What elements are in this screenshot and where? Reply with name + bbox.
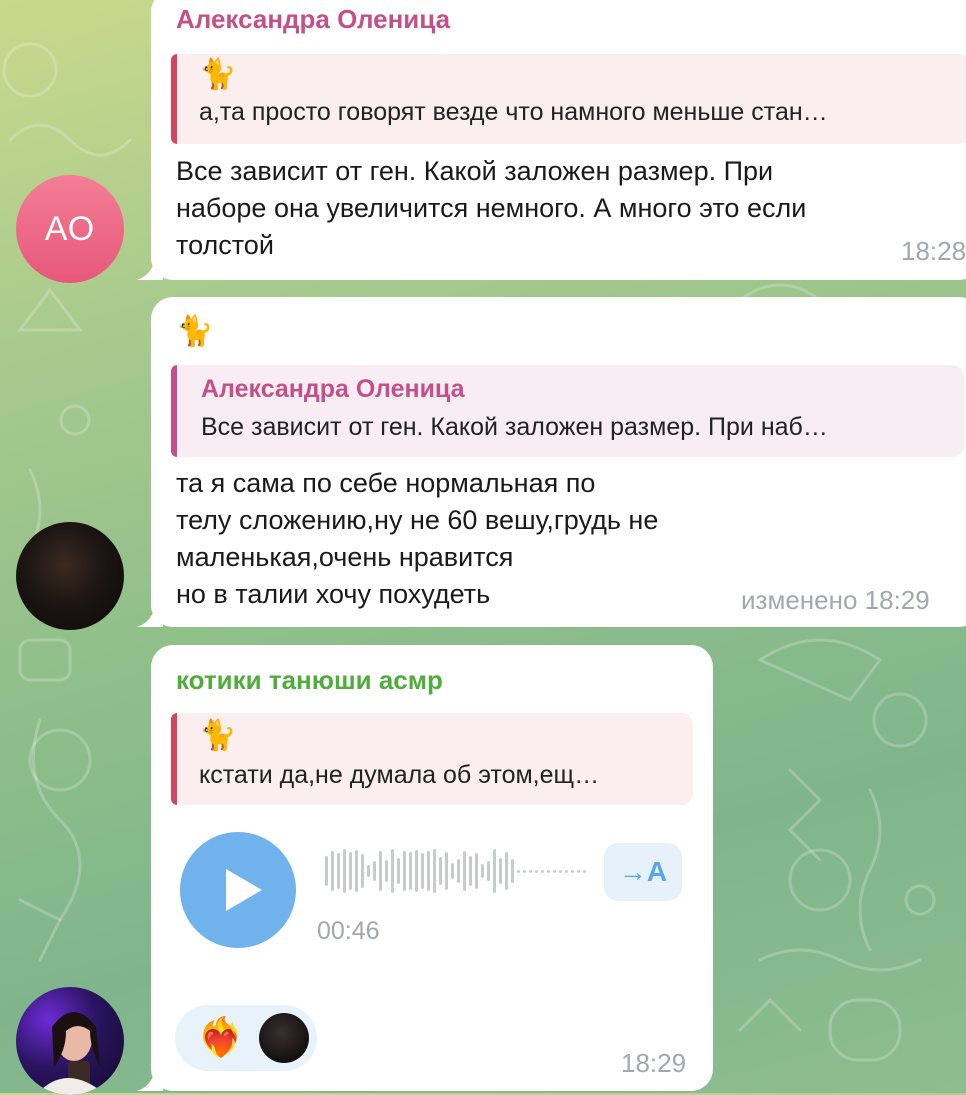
heart-on-fire-icon: ❤️‍🔥 bbox=[197, 1017, 245, 1059]
avatar[interactable] bbox=[16, 987, 124, 1095]
waveform-bar bbox=[499, 858, 502, 884]
waveform-bar bbox=[415, 850, 418, 892]
waveform-dot bbox=[547, 869, 550, 873]
waveform-bar bbox=[397, 858, 400, 884]
waveform-bar bbox=[493, 849, 496, 893]
waveform-bar bbox=[487, 861, 490, 881]
waveform-bar bbox=[349, 852, 352, 890]
reply-sender: Александра Оленица bbox=[201, 375, 465, 403]
avatar[interactable] bbox=[16, 522, 124, 630]
waveform-bar bbox=[433, 849, 436, 893]
waveform-dot bbox=[523, 869, 526, 873]
transcribe-button[interactable]: →A bbox=[604, 843, 682, 901]
waveform-dot bbox=[577, 869, 580, 873]
message-meta: изменено 18:29 bbox=[741, 585, 930, 616]
reply-text: а,та просто говорят везде что намного ме… bbox=[199, 98, 828, 126]
reply-text: Все зависит от ген. Какой заложен размер… bbox=[201, 413, 828, 441]
waveform-dot bbox=[583, 869, 586, 873]
waveform-dot bbox=[571, 869, 574, 873]
message-bubble[interactable]: 🐈 Александра Оленица Все зависит от ген.… bbox=[151, 297, 966, 627]
waveform-bar bbox=[505, 852, 508, 890]
waveform-bar bbox=[325, 856, 328, 886]
sticker-icon: 🐈 bbox=[199, 719, 237, 752]
avatar[interactable]: АО bbox=[16, 175, 124, 283]
waveform-bar bbox=[421, 853, 424, 889]
waveform-dot bbox=[535, 869, 538, 873]
reply-quote[interactable]: 🐈 а,та просто говорят везде что намного … bbox=[171, 54, 966, 144]
waveform-bar bbox=[463, 851, 466, 891]
message-time: 18:29 bbox=[621, 1048, 687, 1078]
sender-name[interactable]: Александра Оленица bbox=[176, 4, 450, 35]
reply-bar bbox=[171, 365, 177, 457]
waveform-bar bbox=[469, 856, 472, 886]
message-bubble[interactable]: котики танюши асмр 🐈 кстати да,не думала… bbox=[151, 645, 713, 1091]
waveform-bar bbox=[343, 849, 346, 893]
play-button[interactable] bbox=[180, 832, 296, 948]
reply-bar bbox=[171, 713, 177, 805]
sender-name[interactable]: котики танюши асмр bbox=[176, 665, 443, 696]
waveform-bar bbox=[337, 853, 340, 889]
waveform-bar bbox=[385, 860, 388, 882]
reactor-avatar bbox=[259, 1013, 309, 1063]
waveform-bar bbox=[391, 849, 394, 893]
waveform-bar bbox=[451, 863, 454, 879]
reactions-pill[interactable]: ❤️‍🔥 bbox=[175, 1005, 317, 1071]
waveform-bar bbox=[367, 865, 370, 877]
reply-quote[interactable]: Александра Оленица Все зависит от ген. К… bbox=[171, 365, 964, 457]
avatar-photo-icon bbox=[36, 1012, 106, 1095]
waveform-dot bbox=[559, 869, 562, 873]
waveform-bar bbox=[481, 864, 484, 878]
waveform-bar bbox=[355, 850, 358, 892]
avatar-initials: АО bbox=[44, 209, 96, 248]
waveform-bar bbox=[445, 852, 448, 890]
waveform-bar bbox=[439, 857, 442, 885]
waveform-dot bbox=[565, 869, 568, 873]
reply-bar bbox=[171, 54, 177, 144]
reply-quote[interactable]: 🐈 кстати да,не думала об этом,ещ… bbox=[171, 713, 693, 805]
waveform-bar bbox=[409, 852, 412, 890]
voice-waveform[interactable] bbox=[325, 848, 586, 894]
waveform-dot bbox=[553, 869, 556, 873]
waveform-bar bbox=[457, 859, 460, 883]
waveform-bar bbox=[373, 861, 376, 881]
message-text: Все зависит от ген. Какой заложен размер… bbox=[176, 156, 807, 260]
waveform-dot bbox=[529, 869, 532, 873]
waveform-bar bbox=[427, 851, 430, 891]
voice-duration: 00:46 bbox=[317, 917, 380, 945]
waveform-bar bbox=[475, 853, 478, 889]
message-bubble[interactable]: Александра Оленица 🐈 а,та просто говорят… bbox=[151, 0, 966, 280]
reply-text: кстати да,не думала об этом,ещ… bbox=[199, 761, 600, 789]
waveform-bar bbox=[403, 851, 406, 891]
message-text: та я сама по себе нормальная по телу сло… bbox=[176, 468, 659, 609]
waveform-bar bbox=[379, 851, 382, 891]
message-time: 18:29 bbox=[864, 585, 930, 615]
waveform-dot bbox=[541, 869, 544, 873]
waveform-dot bbox=[517, 869, 520, 873]
message-time: 18:28 bbox=[901, 236, 966, 266]
waveform-bar bbox=[361, 854, 364, 888]
waveform-bar bbox=[331, 851, 334, 891]
waveform-bar bbox=[511, 859, 514, 883]
sticker-icon: 🐈 bbox=[199, 58, 237, 91]
sticker-icon: 🐈 bbox=[176, 315, 214, 348]
edited-label: изменено bbox=[741, 585, 858, 615]
